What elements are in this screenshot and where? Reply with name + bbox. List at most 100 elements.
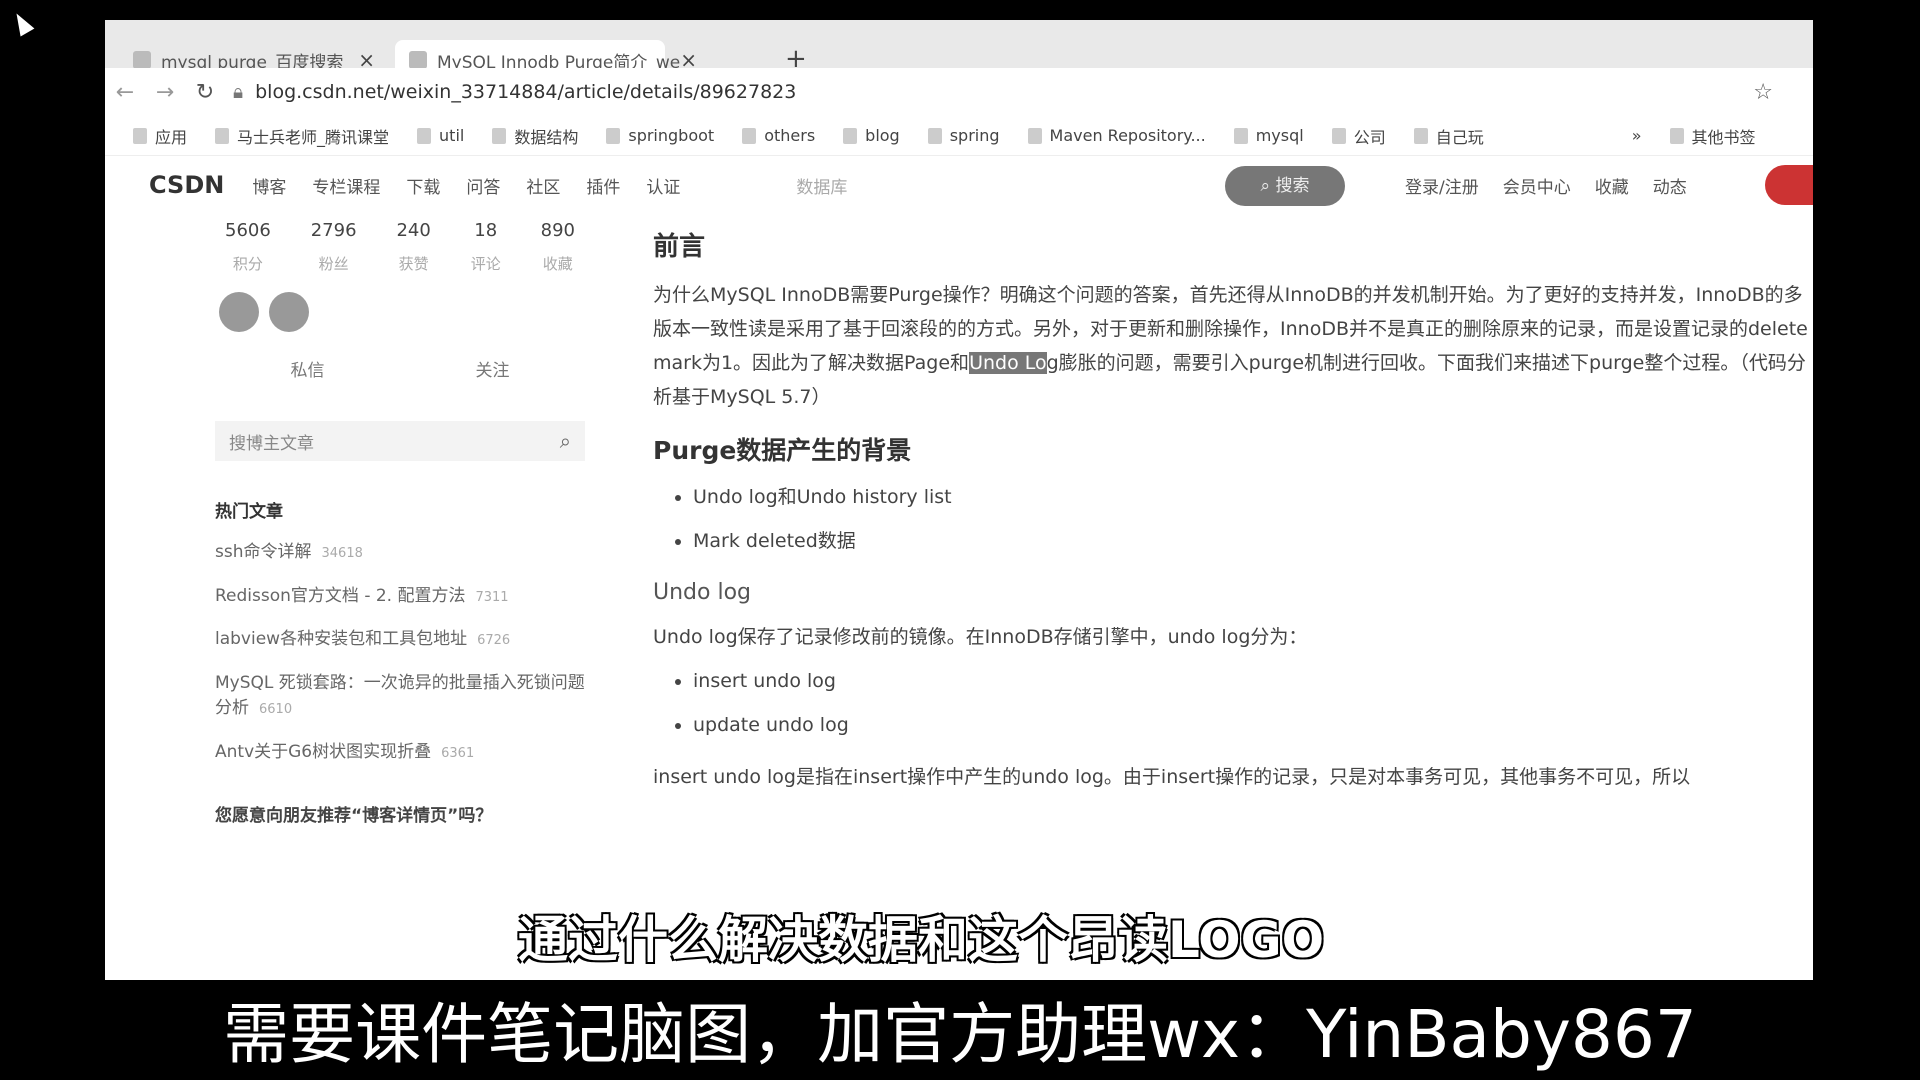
list-item: Undo log和Undo history list	[693, 480, 1813, 514]
write-button[interactable]	[1765, 165, 1813, 205]
view-count: 6726	[477, 633, 511, 648]
url-field[interactable]: 🔒︎ blog.csdn.net/weixin_33714884/article/…	[233, 81, 796, 103]
selected-text: Undo Lo	[969, 352, 1047, 374]
message-button[interactable]: 私信	[291, 356, 325, 381]
blog-search-input[interactable]: 搜博主文章 ⌕	[215, 421, 585, 461]
stat-value: 5606	[225, 220, 271, 241]
forward-icon[interactable]: →	[145, 80, 185, 105]
nav-qa[interactable]: 问答	[466, 173, 500, 198]
bookmark-item[interactable]: 应用	[133, 124, 187, 148]
badge-icon	[269, 292, 309, 332]
csdn-logo[interactable]: CSDN	[149, 171, 224, 199]
folder-icon	[1233, 127, 1248, 144]
folder-icon	[215, 127, 230, 144]
view-count: 34618	[321, 546, 363, 561]
lock-icon: 🔒︎	[233, 81, 244, 103]
vip-link[interactable]: 会员中心	[1503, 173, 1571, 198]
stat-value: 890	[540, 220, 575, 241]
mouse-cursor	[9, 9, 35, 37]
hot-article[interactable]: Antv关于G6树状图实现折叠 6361	[215, 740, 585, 766]
more-bookmarks[interactable]: »	[1632, 126, 1642, 145]
folder-icon	[1413, 127, 1428, 144]
bookmark-item[interactable]: Maven Repository...	[1027, 126, 1206, 145]
undo-paragraph: Undo log保存了记录修改前的镜像。在InnoDB存储引擎中，undo lo…	[653, 626, 1308, 648]
folder-icon	[417, 127, 432, 144]
view-count: 6361	[441, 745, 475, 761]
search-icon[interactable]: ⌕	[560, 429, 571, 453]
heading-undo: Undo log	[653, 580, 752, 605]
site-search-input[interactable]: 数据库	[796, 173, 847, 198]
badges	[219, 292, 585, 332]
nav-community[interactable]: 社区	[526, 173, 560, 198]
undo-list: insert undo log update undo log	[693, 664, 1813, 742]
heading-intro: 前言	[653, 232, 706, 262]
folder-icon	[492, 127, 507, 144]
bookmark-item[interactable]: 公司	[1331, 124, 1386, 148]
bookmark-item[interactable]: 自己玩	[1413, 124, 1484, 148]
url-text: blog.csdn.net/weixin_33714884/article/de…	[255, 81, 797, 103]
view-count: 7311	[475, 589, 509, 605]
login-link[interactable]: 登录/注册	[1405, 173, 1479, 198]
list-item: update undo log	[693, 708, 1813, 742]
bookmark-item[interactable]: util	[417, 126, 464, 145]
stat-value: 240	[396, 220, 431, 241]
stat-label: 收藏	[542, 255, 573, 273]
hot-article[interactable]: Redisson官方文档 - 2. 配置方法 7311	[215, 584, 585, 610]
back-icon[interactable]: ←	[105, 80, 145, 105]
user-links: 登录/注册 会员中心 收藏 动态	[1405, 157, 1711, 213]
stat-comments: 18 评论	[471, 220, 501, 274]
blog-search-placeholder: 搜博主文章	[229, 433, 314, 454]
follow-button[interactable]: 关注	[476, 356, 510, 381]
bookmark-item[interactable]: 马士兵老师_腾讯课堂	[215, 124, 389, 148]
folder-icon	[742, 127, 757, 144]
nav-plugins[interactable]: 插件	[586, 173, 620, 198]
reload-icon[interactable]: ↻	[185, 80, 225, 105]
author-actions: 私信 关注	[215, 356, 585, 381]
bookmark-item[interactable]: 数据结构	[492, 124, 578, 148]
bookmark-item[interactable]: mysql	[1233, 126, 1304, 145]
article-title[interactable]: labview各种安装包和工具包地址	[215, 629, 467, 649]
tab-strip: mysql purge_百度搜索 × MySQL Innodb Purge简介_…	[105, 20, 1813, 80]
stat-points: 5606 积分	[225, 220, 271, 274]
search-label: 搜索	[1275, 176, 1310, 196]
folder-icon	[927, 127, 942, 144]
csdn-icon	[409, 51, 427, 69]
stat-value: 2796	[310, 220, 357, 241]
list-item: Mark deleted数据	[693, 524, 1813, 558]
bookmark-item[interactable]: spring	[927, 126, 1000, 145]
stat-favorites: 890 收藏	[541, 220, 575, 274]
apps-icon	[133, 127, 147, 144]
other-bookmarks[interactable]: 其他书签	[1669, 124, 1756, 148]
csdn-toolbar: CSDN 博客 专栏课程 下载 问答 社区 插件 认证 数据库 ⌕ 搜索 登录/…	[105, 157, 1813, 213]
article-title[interactable]: ssh命令详解	[215, 542, 312, 562]
bookmark-item[interactable]: others	[742, 126, 815, 145]
stat-label: 粉丝	[318, 255, 349, 273]
hot-articles-title: 热门文章	[215, 502, 283, 522]
background-list: Undo log和Undo history list Mark deleted数…	[693, 480, 1813, 558]
hot-article[interactable]: MySQL 死锁套路：一次诡异的批量插入死锁问题分析 6610	[215, 671, 585, 722]
promo-banner: 需要课件笔记脑图，加官方助理wx：YinBaby867	[170, 990, 1750, 1080]
baidu-icon	[133, 51, 151, 69]
nav-cert[interactable]: 认证	[646, 173, 680, 198]
site-search-button[interactable]: ⌕ 搜索	[1225, 166, 1345, 206]
bookmark-item[interactable]: springboot	[606, 126, 714, 145]
favorites-link[interactable]: 收藏	[1595, 173, 1629, 198]
nav-courses[interactable]: 专栏课程	[312, 173, 380, 198]
folder-icon	[843, 127, 858, 144]
intro-paragraph: 为什么MySQL InnoDB需要Purge操作？明确这个问题的答案，首先还得从…	[653, 278, 1813, 414]
stat-likes: 240 获赞	[396, 220, 430, 274]
browser-window: mysql purge_百度搜索 × MySQL Innodb Purge简介_…	[105, 20, 1813, 980]
nav-download[interactable]: 下载	[406, 173, 440, 198]
list-item: insert undo log	[693, 664, 1813, 698]
nav-blog[interactable]: 博客	[252, 173, 286, 198]
article-title[interactable]: Antv关于G6树状图实现折叠	[215, 742, 431, 762]
article-title[interactable]: Redisson官方文档 - 2. 配置方法	[215, 586, 465, 606]
stat-label: 评论	[470, 255, 501, 273]
hot-article[interactable]: ssh命令详解 34618	[215, 540, 585, 566]
star-icon[interactable]: ☆	[1753, 80, 1773, 105]
sidebar: 5606 积分 2796 粉丝 240 获赞 18 评论 890 收藏 私信 关注 搜博主…	[215, 220, 585, 826]
bookmark-item[interactable]: blog	[843, 126, 900, 145]
folder-icon	[1331, 127, 1346, 144]
activity-link[interactable]: 动态	[1653, 173, 1687, 198]
hot-article[interactable]: labview各种安装包和工具包地址 6726	[215, 627, 585, 653]
